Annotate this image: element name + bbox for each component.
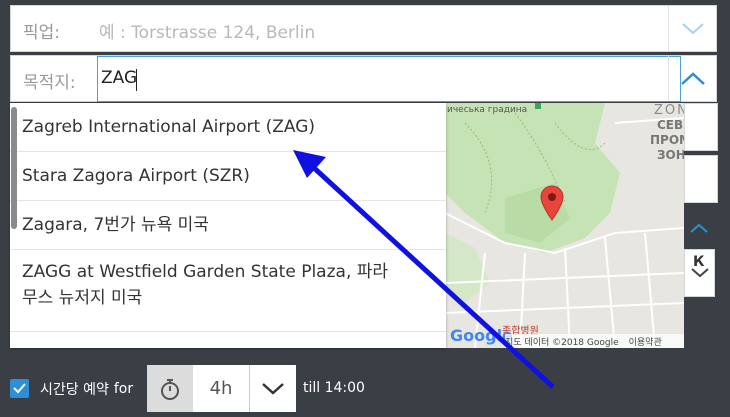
suggestion-item[interactable]: Zagara, 7번가 뉴욕 미국	[10, 201, 446, 250]
chevron-down-icon	[262, 382, 284, 395]
pickup-dropdown-button[interactable]	[668, 6, 716, 51]
hourly-label: 시간당 예약	[40, 381, 109, 398]
dropdown-scrollbar[interactable]	[11, 107, 17, 229]
hours-dropdown-button[interactable]	[249, 365, 296, 412]
suggestion-dropdown: Zagreb International Airport (ZAG) Stara…	[10, 103, 446, 348]
map-side-label: К	[693, 254, 705, 270]
map-terms-link[interactable]: 이용약관	[629, 335, 662, 348]
pickup-label: 픽업:	[23, 23, 61, 43]
map-label-zone: ZON	[654, 103, 684, 118]
suggestion-item[interactable]: Zagreb International Airport (ZAG)	[10, 103, 446, 152]
suggestion-text: ZAGG at Westfield Garden State Plaza, 파라…	[22, 262, 389, 308]
pickup-field[interactable]: 픽업: 예 : Torstrasse 124, Berlin	[10, 5, 717, 52]
map[interactable]: ичеська градина ZON СЕВЕ ПРОМИШ ЗОН 종합병원…	[445, 103, 684, 348]
hourly-checkbox[interactable]	[10, 379, 29, 398]
map-attribution: 지도 데이터 ©2018 Google	[505, 337, 619, 348]
hours-selector[interactable]: 4h	[147, 365, 296, 412]
map-attribution-bar: 지도 데이터 ©2018 Google 이용약관	[505, 334, 684, 348]
hours-value[interactable]: 4h	[193, 365, 249, 412]
map-label-garden: ичеська градина	[447, 105, 528, 115]
google-logo: Google	[450, 326, 513, 345]
text-cursor	[136, 69, 137, 91]
suggestion-item[interactable]: Stara Zagora Airport (SZR)	[10, 152, 446, 201]
checkmark-icon	[13, 383, 26, 394]
till-time: till 14:00	[303, 380, 365, 396]
map-label-district-2: СЕВЕ	[657, 118, 684, 132]
map-pin-icon	[540, 185, 564, 225]
chevron-down-icon	[681, 22, 704, 34]
map-label-district-3: ПРОМИШ	[650, 133, 684, 147]
side-field-2[interactable]	[684, 155, 718, 203]
destination-label: 목적지:	[23, 73, 76, 93]
destination-field[interactable]: 목적지: ZAG	[10, 55, 717, 102]
destination-input[interactable]: ZAG	[97, 56, 681, 102]
side-field-1[interactable]	[684, 103, 718, 151]
chevron-up-icon	[680, 72, 705, 85]
timer-icon	[147, 365, 193, 412]
hourly-booking-row: 시간당 예약 for	[10, 365, 133, 412]
side-chevron-up-icon[interactable]	[690, 218, 708, 237]
destination-dropdown-button[interactable]	[668, 56, 716, 101]
map-label-district-4: ЗОН	[657, 148, 684, 162]
pickup-input[interactable]: 예 : Torstrasse 124, Berlin	[99, 18, 315, 43]
suggestion-item[interactable]: ZAGG at Westfield Garden State Plaza, 파라…	[10, 250, 446, 332]
for-label: for	[113, 380, 134, 397]
destination-value: ZAG	[101, 68, 138, 88]
